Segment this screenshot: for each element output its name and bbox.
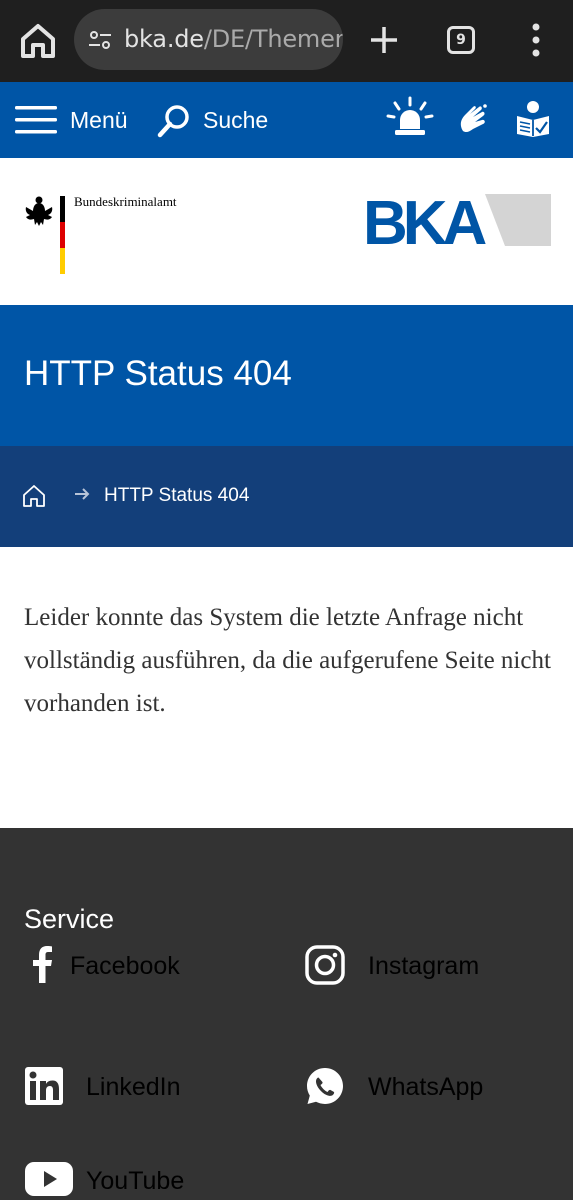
menu-button[interactable]: Menü xyxy=(70,106,128,134)
hamburger-menu-icon[interactable] xyxy=(15,105,57,135)
youtube-icon xyxy=(25,1162,73,1196)
footer-heading: Service xyxy=(24,904,115,934)
error-message: Leider konnte das System die letzte Anfr… xyxy=(24,604,551,717)
federal-eagle-icon[interactable] xyxy=(24,195,54,227)
breadcrumb: HTTP Status 404 xyxy=(0,446,573,547)
sign-language-icon[interactable] xyxy=(455,101,491,137)
site-settings-icon[interactable] xyxy=(88,28,112,52)
easy-language-icon[interactable] xyxy=(515,100,551,138)
instagram-label: Instagram xyxy=(368,952,480,980)
page-title: HTTP Status 404 xyxy=(24,354,292,393)
whatsapp-icon xyxy=(307,1068,343,1104)
url-text[interactable]: bka.de/DE/Themen xyxy=(124,24,343,54)
search-button[interactable]: Suche xyxy=(203,106,268,134)
home-icon[interactable] xyxy=(18,22,58,60)
agency-name[interactable]: Bundeskriminalamt xyxy=(74,194,177,210)
breadcrumb-current: HTTP Status 404 xyxy=(104,485,250,506)
site-navigation: Menü Suche xyxy=(0,82,573,158)
facebook-label: Facebook xyxy=(70,952,180,980)
breadcrumb-home-icon[interactable] xyxy=(22,484,46,508)
address-bar[interactable]: bka.de/DE/Themen xyxy=(74,9,343,70)
more-options-icon[interactable] xyxy=(528,22,544,58)
whatsapp-label: WhatsApp xyxy=(368,1073,484,1101)
tab-switcher-button[interactable]: 9 xyxy=(447,26,475,54)
search-icon[interactable] xyxy=(157,104,191,138)
instagram-icon xyxy=(305,945,345,985)
emergency-alarm-icon[interactable] xyxy=(386,96,434,140)
bka-logo-text: BKA xyxy=(365,194,487,246)
footer: Service xyxy=(0,828,573,1200)
site-header: Bundeskriminalamt BKA xyxy=(0,158,573,305)
facebook-icon xyxy=(33,946,52,983)
url-path: /DE/Themen xyxy=(203,25,343,53)
browser-toolbar: bka.de/DE/Themen 9 xyxy=(0,0,573,82)
youtube-label: YouTube xyxy=(86,1167,185,1195)
german-flag-bar xyxy=(60,196,65,274)
bka-logo[interactable]: BKA xyxy=(365,194,551,246)
linkedin-icon xyxy=(25,1067,63,1105)
new-tab-icon[interactable] xyxy=(369,25,399,55)
title-banner: HTTP Status 404 xyxy=(0,305,573,446)
url-host: bka.de xyxy=(124,25,204,53)
breadcrumb-arrow-icon xyxy=(75,488,90,500)
linkedin-label: LinkedIn xyxy=(86,1073,181,1101)
